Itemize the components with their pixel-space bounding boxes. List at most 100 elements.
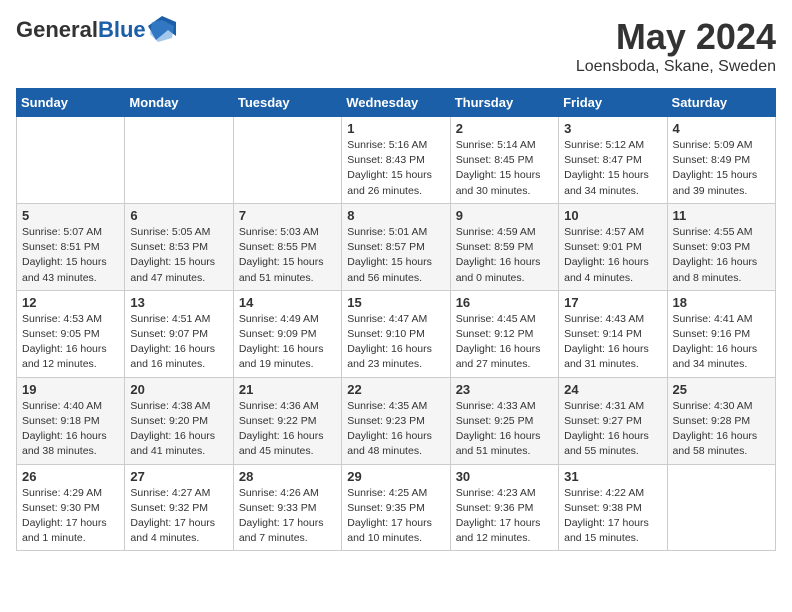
day-number: 2 xyxy=(456,121,553,136)
page-header: GeneralBlue May 2024 Loensboda, Skane, S… xyxy=(16,16,776,76)
day-number: 19 xyxy=(22,382,119,397)
day-number: 24 xyxy=(564,382,661,397)
title-block: May 2024 Loensboda, Skane, Sweden xyxy=(576,16,776,76)
day-info: Sunrise: 4:53 AM Sunset: 9:05 PM Dayligh… xyxy=(22,312,119,373)
logo-icon xyxy=(148,16,176,44)
day-info: Sunrise: 5:12 AM Sunset: 8:47 PM Dayligh… xyxy=(564,138,661,199)
calendar-cell: 18 Sunrise: 4:41 AM Sunset: 9:16 PM Dayli… xyxy=(667,290,775,377)
calendar-week-row: 1Sunrise: 5:16 AM Sunset: 8:43 PM Daylig… xyxy=(17,117,776,204)
day-info: Sunrise: 4:30 AM Sunset: 9:28 PM Dayligh… xyxy=(673,399,770,460)
day-info: Sunrise: 4:35 AM Sunset: 9:23 PM Dayligh… xyxy=(347,399,444,460)
day-number: 14 xyxy=(239,295,336,310)
day-number: 13 xyxy=(130,295,227,310)
day-number: 1 xyxy=(347,121,444,136)
day-number: 25 xyxy=(673,382,770,397)
calendar-cell: 21 Sunrise: 4:36 AM Sunset: 9:22 PM Dayli… xyxy=(233,377,341,464)
day-number: 17 xyxy=(564,295,661,310)
day-info: Sunrise: 5:01 AM Sunset: 8:57 PM Dayligh… xyxy=(347,225,444,286)
calendar-week-row: 19 Sunrise: 4:40 AM Sunset: 9:18 PM Dayli… xyxy=(17,377,776,464)
calendar-cell xyxy=(667,464,775,551)
calendar-cell: 10Sunrise: 4:57 AM Sunset: 9:01 PM Dayli… xyxy=(559,203,667,290)
day-number: 31 xyxy=(564,469,661,484)
calendar-cell: 7 Sunrise: 5:03 AM Sunset: 8:55 PM Daylig… xyxy=(233,203,341,290)
day-number: 7 xyxy=(239,208,336,223)
logo-general-text: General xyxy=(16,17,98,42)
day-number: 29 xyxy=(347,469,444,484)
day-number: 16 xyxy=(456,295,553,310)
calendar-cell: 2 Sunrise: 5:14 AM Sunset: 8:45 PM Daylig… xyxy=(450,117,558,204)
day-info: Sunrise: 4:41 AM Sunset: 9:16 PM Dayligh… xyxy=(673,312,770,373)
day-info: Sunrise: 4:22 AM Sunset: 9:38 PM Dayligh… xyxy=(564,486,661,547)
calendar-cell: 28Sunrise: 4:26 AM Sunset: 9:33 PM Dayli… xyxy=(233,464,341,551)
logo: GeneralBlue xyxy=(16,16,176,44)
weekday-header-row: SundayMondayTuesdayWednesdayThursdayFrid… xyxy=(17,89,776,117)
calendar-cell: 16 Sunrise: 4:45 AM Sunset: 9:12 PM Dayli… xyxy=(450,290,558,377)
day-info: Sunrise: 4:23 AM Sunset: 9:36 PM Dayligh… xyxy=(456,486,553,547)
calendar-cell xyxy=(125,117,233,204)
day-info: Sunrise: 4:25 AM Sunset: 9:35 PM Dayligh… xyxy=(347,486,444,547)
day-number: 5 xyxy=(22,208,119,223)
calendar-cell: 6Sunrise: 5:05 AM Sunset: 8:53 PM Daylig… xyxy=(125,203,233,290)
calendar-cell: 13Sunrise: 4:51 AM Sunset: 9:07 PM Dayli… xyxy=(125,290,233,377)
day-info: Sunrise: 4:49 AM Sunset: 9:09 PM Dayligh… xyxy=(239,312,336,373)
calendar-cell: 3 Sunrise: 5:12 AM Sunset: 8:47 PM Daylig… xyxy=(559,117,667,204)
day-number: 15 xyxy=(347,295,444,310)
day-info: Sunrise: 4:47 AM Sunset: 9:10 PM Dayligh… xyxy=(347,312,444,373)
day-number: 23 xyxy=(456,382,553,397)
calendar-cell: 22 Sunrise: 4:35 AM Sunset: 9:23 PM Dayli… xyxy=(342,377,450,464)
day-info: Sunrise: 5:07 AM Sunset: 8:51 PM Dayligh… xyxy=(22,225,119,286)
day-info: Sunrise: 4:33 AM Sunset: 9:25 PM Dayligh… xyxy=(456,399,553,460)
calendar-cell: 1Sunrise: 5:16 AM Sunset: 8:43 PM Daylig… xyxy=(342,117,450,204)
weekday-header-monday: Monday xyxy=(125,89,233,117)
calendar-cell: 30 Sunrise: 4:23 AM Sunset: 9:36 PM Dayli… xyxy=(450,464,558,551)
weekday-header-tuesday: Tuesday xyxy=(233,89,341,117)
calendar-cell: 29 Sunrise: 4:25 AM Sunset: 9:35 PM Dayli… xyxy=(342,464,450,551)
calendar-cell: 5 Sunrise: 5:07 AM Sunset: 8:51 PM Daylig… xyxy=(17,203,125,290)
day-info: Sunrise: 4:43 AM Sunset: 9:14 PM Dayligh… xyxy=(564,312,661,373)
calendar-cell: 23 Sunrise: 4:33 AM Sunset: 9:25 PM Dayli… xyxy=(450,377,558,464)
calendar-cell: 12 Sunrise: 4:53 AM Sunset: 9:05 PM Dayli… xyxy=(17,290,125,377)
day-number: 12 xyxy=(22,295,119,310)
day-number: 11 xyxy=(673,208,770,223)
day-number: 21 xyxy=(239,382,336,397)
weekday-header-thursday: Thursday xyxy=(450,89,558,117)
day-info: Sunrise: 4:55 AM Sunset: 9:03 PM Dayligh… xyxy=(673,225,770,286)
calendar-cell: 19 Sunrise: 4:40 AM Sunset: 9:18 PM Dayli… xyxy=(17,377,125,464)
day-info: Sunrise: 5:14 AM Sunset: 8:45 PM Dayligh… xyxy=(456,138,553,199)
calendar-cell: 4Sunrise: 5:09 AM Sunset: 8:49 PM Daylig… xyxy=(667,117,775,204)
day-number: 26 xyxy=(22,469,119,484)
day-info: Sunrise: 4:38 AM Sunset: 9:20 PM Dayligh… xyxy=(130,399,227,460)
day-info: Sunrise: 4:57 AM Sunset: 9:01 PM Dayligh… xyxy=(564,225,661,286)
day-number: 30 xyxy=(456,469,553,484)
day-info: Sunrise: 5:03 AM Sunset: 8:55 PM Dayligh… xyxy=(239,225,336,286)
day-info: Sunrise: 4:45 AM Sunset: 9:12 PM Dayligh… xyxy=(456,312,553,373)
calendar-cell xyxy=(17,117,125,204)
calendar-week-row: 26Sunrise: 4:29 AM Sunset: 9:30 PM Dayli… xyxy=(17,464,776,551)
calendar-cell: 9Sunrise: 4:59 AM Sunset: 8:59 PM Daylig… xyxy=(450,203,558,290)
calendar-cell: 24Sunrise: 4:31 AM Sunset: 9:27 PM Dayli… xyxy=(559,377,667,464)
weekday-header-sunday: Sunday xyxy=(17,89,125,117)
day-number: 8 xyxy=(347,208,444,223)
day-info: Sunrise: 4:36 AM Sunset: 9:22 PM Dayligh… xyxy=(239,399,336,460)
day-info: Sunrise: 4:59 AM Sunset: 8:59 PM Dayligh… xyxy=(456,225,553,286)
calendar-cell: 11 Sunrise: 4:55 AM Sunset: 9:03 PM Dayli… xyxy=(667,203,775,290)
day-number: 22 xyxy=(347,382,444,397)
weekday-header-saturday: Saturday xyxy=(667,89,775,117)
day-number: 28 xyxy=(239,469,336,484)
day-number: 18 xyxy=(673,295,770,310)
day-number: 20 xyxy=(130,382,227,397)
calendar-cell: 15 Sunrise: 4:47 AM Sunset: 9:10 PM Dayli… xyxy=(342,290,450,377)
calendar-cell: 31 Sunrise: 4:22 AM Sunset: 9:38 PM Dayli… xyxy=(559,464,667,551)
day-info: Sunrise: 5:09 AM Sunset: 8:49 PM Dayligh… xyxy=(673,138,770,199)
location-title: Loensboda, Skane, Sweden xyxy=(576,58,776,76)
calendar-week-row: 5 Sunrise: 5:07 AM Sunset: 8:51 PM Daylig… xyxy=(17,203,776,290)
day-number: 3 xyxy=(564,121,661,136)
calendar-cell: 25 Sunrise: 4:30 AM Sunset: 9:28 PM Dayli… xyxy=(667,377,775,464)
day-number: 6 xyxy=(130,208,227,223)
calendar-table: SundayMondayTuesdayWednesdayThursdayFrid… xyxy=(16,88,776,551)
calendar-cell: 20 Sunrise: 4:38 AM Sunset: 9:20 PM Dayli… xyxy=(125,377,233,464)
day-info: Sunrise: 4:40 AM Sunset: 9:18 PM Dayligh… xyxy=(22,399,119,460)
calendar-cell: 8 Sunrise: 5:01 AM Sunset: 8:57 PM Daylig… xyxy=(342,203,450,290)
weekday-header-wednesday: Wednesday xyxy=(342,89,450,117)
day-info: Sunrise: 4:27 AM Sunset: 9:32 PM Dayligh… xyxy=(130,486,227,547)
